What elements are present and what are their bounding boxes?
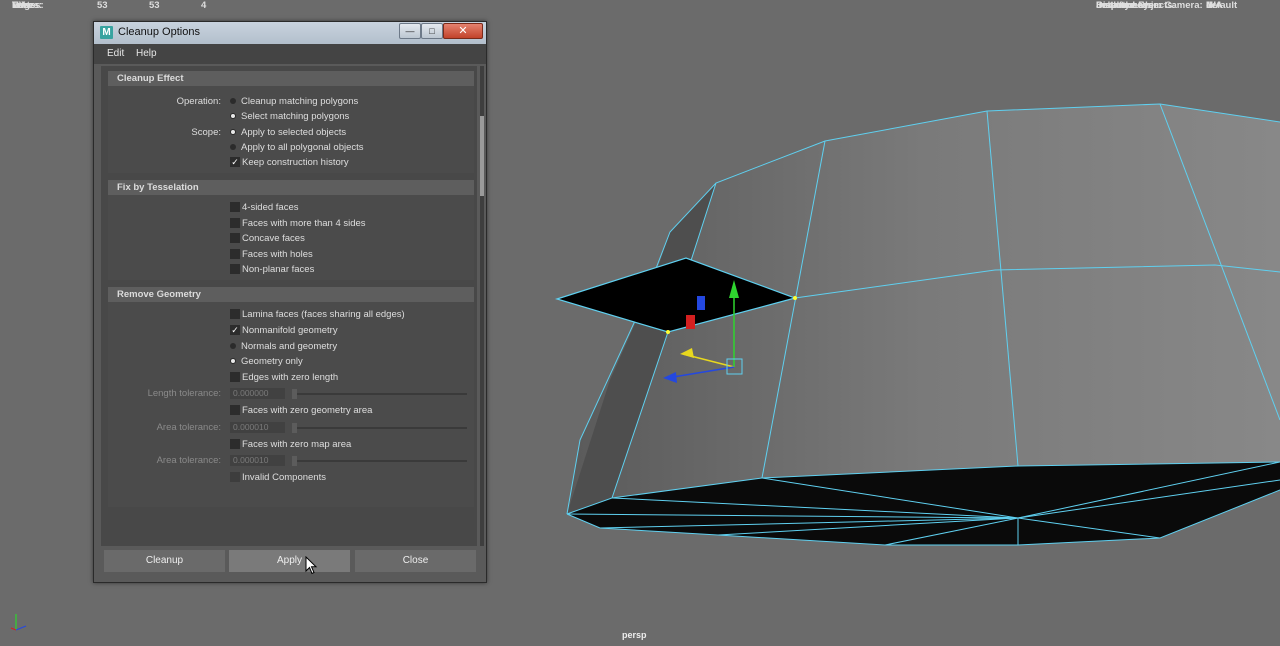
area-tolerance-slider[interactable] [292,423,467,433]
checkbox-label: Nonmanifold geometry [242,325,338,336]
checkbox-label: Invalid Components [242,472,326,483]
menu-bar: Edit Help [94,44,486,64]
hud-label: Selected Objects: [1096,0,1176,11]
checkbox-label: Lamina faces (faces sharing all edges) [242,309,405,320]
length-tolerance-slider[interactable] [292,389,467,399]
radio-label: Apply to selected objects [241,127,347,138]
window-title: Cleanup Options [118,26,200,38]
radio-cleanup-matching[interactable] [230,98,236,104]
radio-normals-geometry[interactable] [230,343,236,349]
section-cleanup-effect: Cleanup Effect Operation: Cleanup matchi… [108,71,474,173]
cleanup-options-dialog: M Cleanup Options — □ ✕ Edit Help Cleanu… [93,21,487,583]
hud-label: UVs: [12,0,34,11]
menu-edit[interactable]: Edit [107,48,124,59]
apply-button[interactable]: Apply [229,550,350,572]
radio-label: Cleanup matching polygons [241,96,359,107]
cleanup-button[interactable]: Cleanup [104,550,225,572]
section-header-remove-geometry[interactable]: Remove Geometry [108,287,474,302]
operation-label: Operation: [176,96,221,107]
checkbox-zero-map-area[interactable] [230,439,240,449]
slider-knob[interactable] [292,389,297,399]
checkbox-label: Faces with holes [242,249,313,260]
section-fix-tesselation: Fix by Tesselation 4-sided faces Faces w… [108,180,474,280]
section-header-cleanup-effect[interactable]: Cleanup Effect [108,71,474,86]
checkbox-label: Keep construction history [242,157,349,168]
checkbox-zero-geometry-area[interactable] [230,405,240,415]
checkbox-label: Concave faces [242,233,305,244]
checkbox-invalid-components[interactable] [230,472,240,482]
hud-value [191,0,243,15]
length-tolerance-input[interactable]: 0.000000 [230,388,285,399]
checkbox-zero-length-edges[interactable] [230,372,240,382]
checkbox-label: Faces with zero geometry area [242,405,373,416]
checkbox-label: Faces with zero map area [242,439,352,450]
mouse-cursor-icon [305,556,318,575]
section-remove-geometry: Remove Geometry Lamina faces (faces shar… [108,287,474,507]
hud-value [87,0,139,15]
title-bar[interactable]: M Cleanup Options — □ ✕ [94,22,486,44]
checkbox-concave[interactable] [230,233,240,243]
maya-app-icon: M [100,26,113,39]
checkbox-lamina[interactable] [230,309,240,319]
hud-value [139,0,191,15]
radio-label: Apply to all polygonal objects [241,142,364,153]
close-window-button[interactable]: ✕ [443,23,483,39]
area-tolerance-label: Area tolerance: [156,422,221,433]
menu-help[interactable]: Help [136,48,157,59]
map-area-tolerance-slider[interactable] [292,456,467,466]
options-panel: Cleanup Effect Operation: Cleanup matchi… [101,66,477,546]
section-header-fix-tesselation[interactable]: Fix by Tesselation [108,180,474,195]
radio-label: Select matching polygons [241,111,350,122]
radio-label: Normals and geometry [241,341,338,352]
minimize-button[interactable]: — [399,23,421,39]
slider-knob[interactable] [292,423,297,433]
checkbox-label: Edges with zero length [242,372,339,383]
scrollbar-thumb[interactable] [480,116,484,196]
checkbox-keep-history[interactable]: ✓ [230,157,240,167]
checkbox-holes[interactable] [230,249,240,259]
maximize-button[interactable]: □ [421,23,443,39]
scrollbar[interactable] [480,66,484,546]
radio-label: Geometry only [241,356,303,367]
map-area-tolerance-input[interactable]: 0.000010 [230,455,285,466]
vertex-marker [666,330,670,334]
hud-value: 1 [1206,0,1212,11]
radio-apply-selected[interactable] [230,129,236,135]
close-button[interactable]: Close [355,550,476,572]
length-tolerance-label: Length tolerance: [147,388,221,399]
radio-select-matching[interactable] [230,113,236,119]
scope-label: Scope: [191,127,221,138]
checkbox-label: 4-sided faces [242,202,299,213]
checkbox-more-than-4[interactable] [230,218,240,228]
hud-row: UVs: [12,0,243,15]
hud-row: Selected Objects: 1 [1096,0,1211,15]
checkbox-4-sided[interactable] [230,202,240,212]
checkbox-nonmanifold[interactable]: ✓ [230,325,240,335]
radio-geometry-only[interactable] [230,358,236,364]
vertex-marker [793,296,797,300]
radio-apply-all[interactable] [230,144,236,150]
checkbox-non-planar[interactable] [230,264,240,274]
slider-knob[interactable] [292,456,297,466]
map-area-tolerance-label: Area tolerance: [156,455,221,466]
dialog-footer: Cleanup Apply Close [101,550,479,576]
checkbox-label: Non-planar faces [242,264,315,275]
axis-indicator-icon [10,614,27,631]
camera-label: persp [622,630,647,640]
checkbox-label: Faces with more than 4 sides [242,218,366,229]
area-tolerance-input[interactable]: 0.000010 [230,422,285,433]
